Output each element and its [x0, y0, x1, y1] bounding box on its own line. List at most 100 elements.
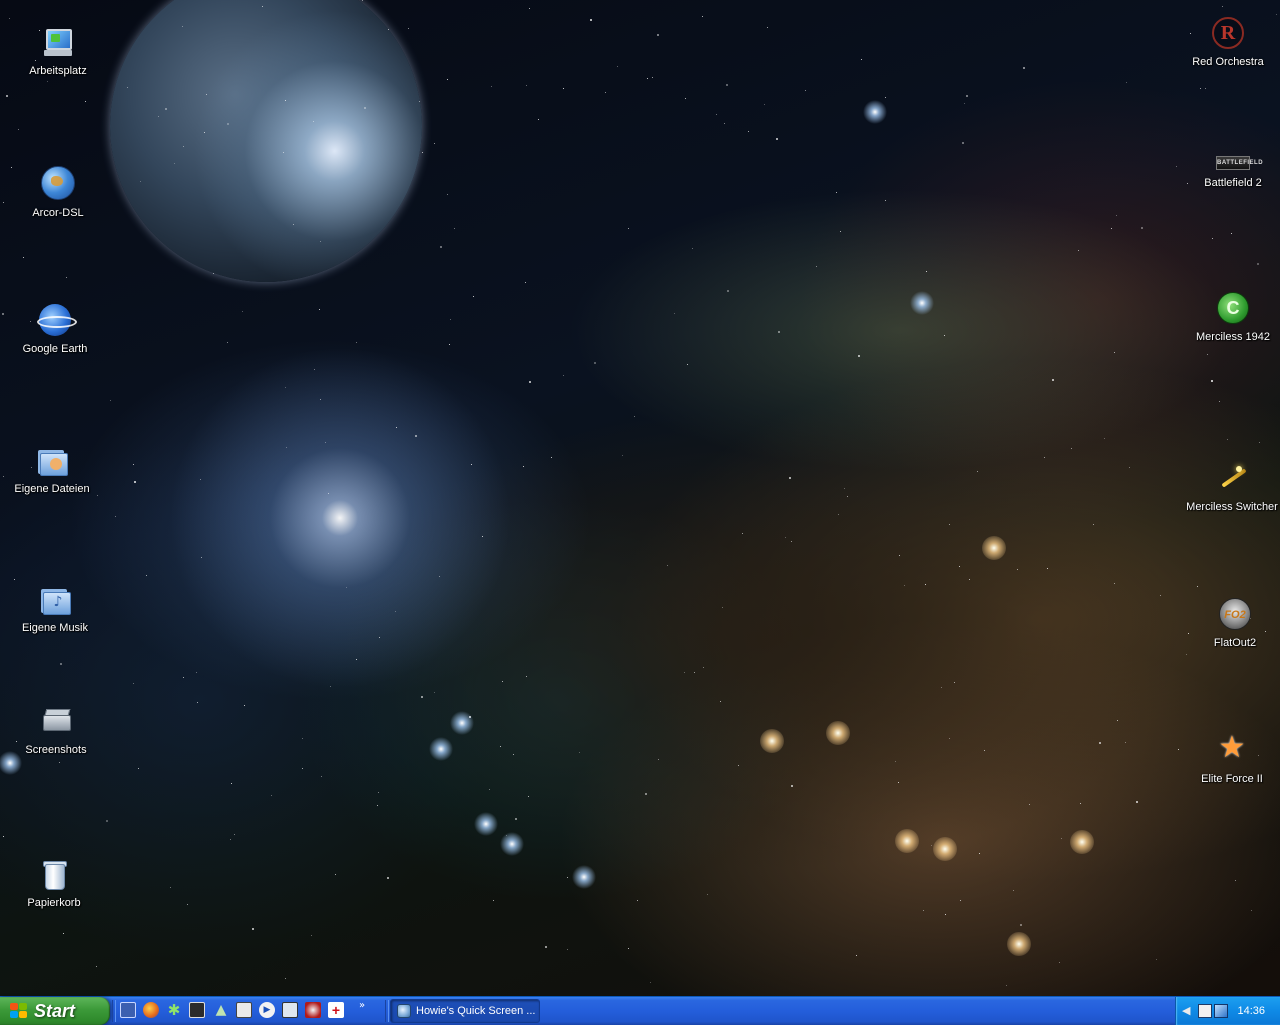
star	[628, 948, 629, 949]
desktop-icon-label: Arcor-DSL	[32, 207, 84, 219]
star	[206, 94, 207, 95]
star	[408, 28, 409, 29]
star	[858, 355, 860, 357]
star	[1117, 720, 1118, 721]
star	[949, 524, 950, 525]
star	[628, 228, 629, 229]
magic-wand-icon	[1216, 462, 1248, 494]
star	[387, 877, 389, 879]
bright-star	[826, 721, 850, 745]
star	[482, 536, 483, 537]
star	[707, 894, 708, 895]
star	[23, 257, 24, 258]
star	[450, 319, 451, 320]
plus-icon[interactable]: +	[328, 1002, 344, 1018]
desktop-icon-elite-force-ii[interactable]: ★ Elite Force II	[1177, 732, 1280, 787]
taskbar-window-button[interactable]: Howie's Quick Screen ...	[390, 999, 540, 1023]
settings-gear-icon[interactable]: ✱	[166, 1002, 182, 1018]
star	[563, 88, 564, 89]
star	[1099, 742, 1101, 744]
star	[567, 949, 568, 950]
star	[513, 754, 514, 755]
program-icon[interactable]	[282, 1002, 298, 1018]
media-icon[interactable]	[189, 1002, 205, 1018]
network-icon[interactable]	[1198, 1004, 1212, 1018]
star	[201, 557, 202, 558]
desktop-icon-battlefield-2[interactable]: BATTLEFIELD Battlefield 2	[1178, 146, 1280, 191]
triangle-app-icon[interactable]: ▲	[213, 1002, 229, 1018]
star	[748, 131, 749, 132]
star	[500, 746, 501, 747]
star	[885, 97, 886, 98]
star	[146, 575, 147, 576]
desktop-icon-label: Eigene Dateien	[14, 483, 90, 495]
star	[622, 455, 623, 456]
star	[285, 100, 286, 101]
star	[1251, 910, 1252, 911]
desktop-icon-red-orchestra[interactable]: R Red Orchestra	[1173, 17, 1280, 70]
star	[1205, 88, 1206, 89]
star	[684, 672, 685, 673]
star	[945, 914, 946, 915]
star	[415, 435, 417, 437]
desktop-icon-arbeitsplatz[interactable]: Arbeitsplatz	[3, 26, 113, 79]
quick-launch-overflow-icon[interactable]: »	[359, 1000, 365, 1011]
game-icon[interactable]	[305, 1002, 321, 1018]
star	[170, 887, 171, 888]
bright-star	[1070, 830, 1094, 854]
star	[187, 904, 188, 905]
play-icon[interactable]: ▶	[259, 1002, 275, 1018]
firefox-icon[interactable]	[143, 1002, 159, 1018]
star	[959, 566, 960, 567]
star	[140, 181, 141, 182]
star	[9, 18, 10, 19]
star	[196, 672, 197, 673]
star	[493, 900, 494, 901]
star	[551, 457, 552, 458]
star	[356, 342, 357, 343]
star	[895, 761, 896, 762]
volume-icon[interactable]: ◀	[1182, 1004, 1196, 1018]
star	[213, 273, 214, 274]
star	[579, 752, 580, 753]
taskbar: Start ✱ ▲ ▶ + » Howie's Quick Screen ...…	[0, 996, 1280, 1025]
desktop-icon-papierkorb[interactable]: Papierkorb	[0, 858, 109, 911]
star	[473, 296, 474, 297]
star	[1029, 804, 1030, 805]
monitor-icon[interactable]	[1214, 1004, 1228, 1018]
star	[63, 933, 64, 934]
desktop-icon-eigene-dateien[interactable]: Eigene Dateien	[0, 444, 107, 497]
google-earth-icon	[37, 304, 77, 336]
star	[726, 84, 728, 86]
star	[529, 381, 531, 383]
start-button[interactable]: Start	[0, 997, 110, 1025]
star	[962, 142, 964, 144]
star	[885, 200, 886, 201]
desktop-icon-google-earth[interactable]: Google Earth	[0, 304, 110, 357]
desktop-icon-arcor-dsl[interactable]: Arcor-DSL	[3, 166, 113, 221]
chat-icon[interactable]	[236, 1002, 252, 1018]
star	[526, 676, 527, 677]
star	[742, 533, 743, 534]
desktop-icon-merciless-1942[interactable]: C Merciless 1942	[1178, 292, 1280, 345]
star	[652, 77, 653, 78]
star	[1200, 88, 1201, 89]
clock[interactable]: 14:36	[1237, 997, 1265, 1025]
desktop-icon-flatout2[interactable]: FO2 FlatOut2	[1180, 598, 1280, 651]
desktop-icon-screenshots[interactable]: Screenshots	[1, 705, 111, 758]
desktop-icon-eigene-musik[interactable]: ♪ Eigene Musik	[0, 583, 110, 636]
star	[313, 121, 314, 122]
desktop-icon-merciless-switcher[interactable]: Merciless Switcher	[1170, 462, 1280, 515]
star	[840, 231, 841, 232]
launcher-icon[interactable]	[120, 1002, 136, 1018]
star	[923, 910, 924, 911]
star	[899, 555, 900, 556]
star	[778, 331, 780, 333]
my-documents-icon	[36, 444, 68, 476]
planet-wallpaper	[110, 0, 422, 282]
star	[979, 853, 980, 854]
star	[687, 364, 688, 365]
star	[183, 146, 184, 147]
star	[96, 966, 97, 967]
star	[1186, 654, 1187, 655]
